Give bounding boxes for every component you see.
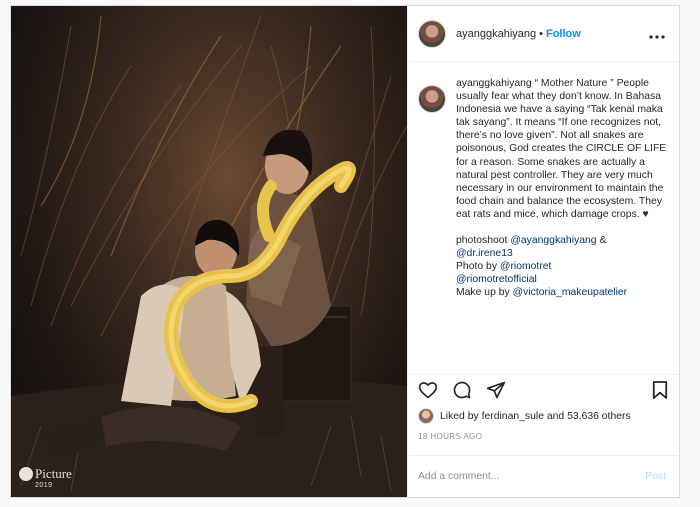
mention-link[interactable]: @ayanggkahiyang (510, 235, 596, 246)
photo-watermark: Picture 2019 (19, 466, 72, 489)
mention-link[interactable]: @dr.irene13 (456, 248, 513, 259)
likes-and: and (546, 410, 565, 422)
share-icon[interactable] (486, 380, 506, 405)
more-horizontal-icon[interactable] (649, 26, 665, 42)
action-bar (408, 374, 678, 410)
liker-username[interactable]: ferdinan_sule (482, 411, 544, 422)
watermark-logo-icon (19, 467, 33, 481)
mention-link[interactable]: @riomotretofficial (456, 274, 537, 285)
liked-by-text: Liked by (440, 410, 479, 422)
follow-button[interactable]: Follow (546, 28, 581, 40)
heart-icon[interactable] (418, 381, 438, 404)
mention-link[interactable]: @riomotret (500, 261, 552, 272)
amp-text: & (599, 235, 607, 247)
comment-input[interactable] (418, 471, 618, 482)
comment-icon[interactable] (452, 380, 472, 405)
liker-avatar[interactable] (418, 408, 434, 424)
photoshoot-label: photoshoot (456, 235, 508, 247)
instagram-post: Picture 2019 ayanggkahiyang • Follow aya… (10, 5, 680, 498)
post-timestamp[interactable]: 18 HOURS AGO (418, 432, 482, 441)
post-side-panel: ayanggkahiyang • Follow ayanggkahiyang “… (407, 6, 679, 497)
author-avatar[interactable] (418, 19, 446, 48)
photo-artwork (11, 15, 407, 497)
likes-count[interactable]: 53,636 others (567, 411, 631, 422)
mention-link[interactable]: @victoria_makeupatelier (513, 287, 628, 298)
author-username[interactable]: ayanggkahiyang (456, 28, 536, 40)
watermark-brand: Picture (35, 466, 72, 481)
caption-avatar[interactable] (418, 85, 446, 113)
caption-text: ayanggkahiyang “ Mother Nature ” People … (456, 77, 668, 369)
likes-summary: Liked by ferdinan_sule and 53,636 others (418, 408, 631, 424)
caption-section: ayanggkahiyang “ Mother Nature ” People … (408, 63, 678, 369)
watermark-year: 2019 (35, 482, 53, 489)
post-comment-button[interactable]: Post (645, 471, 666, 482)
comment-box: Post (408, 455, 678, 497)
photo-by-label: Photo by (456, 261, 498, 273)
caption-username[interactable]: ayanggkahiyang (456, 78, 532, 89)
page-background: Picture 2019 ayanggkahiyang • Follow aya… (0, 0, 700, 507)
post-header: ayanggkahiyang • Follow (408, 6, 679, 62)
post-photo[interactable]: Picture 2019 (11, 6, 407, 497)
bookmark-icon[interactable] (652, 380, 668, 405)
header-separator: • (539, 27, 543, 40)
makeup-label: Make up by (456, 287, 510, 299)
caption-body-text: “ Mother Nature ” People usually fear wh… (456, 78, 667, 220)
